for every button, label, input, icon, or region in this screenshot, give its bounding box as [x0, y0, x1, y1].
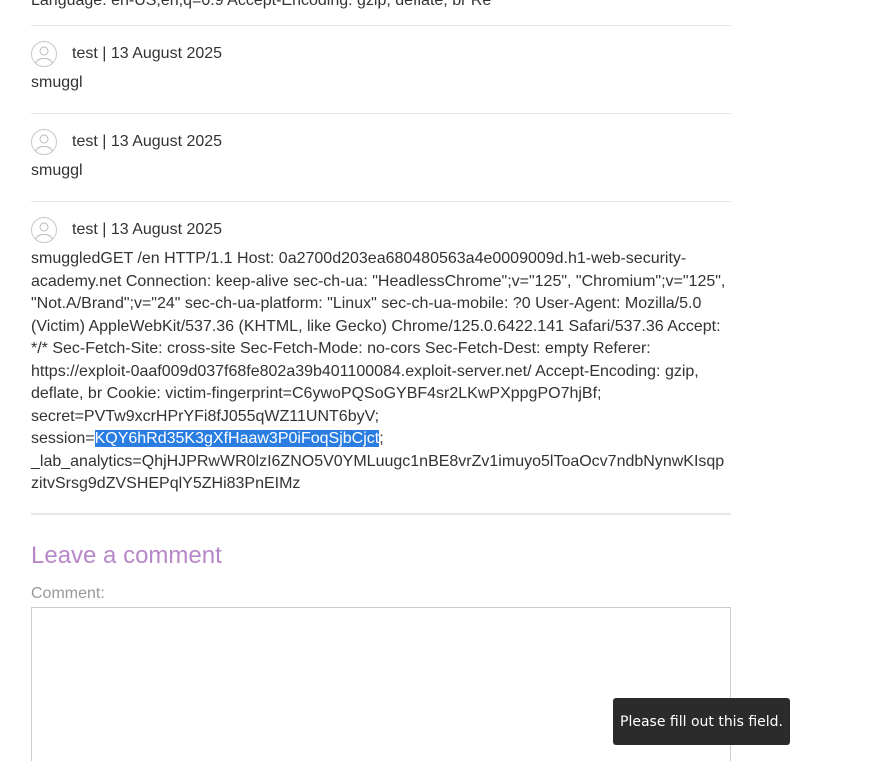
comment-header: test | 13 August 2025 — [31, 40, 731, 68]
comment-divider — [31, 25, 731, 26]
comment-divider — [31, 201, 731, 202]
comment-author-date: test | 13 August 2025 — [72, 133, 223, 150]
selected-session-token[interactable]: KQY6hRd35K3gXfHaaw3P0iFoqSjbCjct — [94, 430, 380, 447]
leave-comment-heading: Leave a comment — [31, 542, 222, 569]
comment-body: smuggledGET /en HTTP/1.1 Host: 0a2700d20… — [31, 248, 731, 496]
comment-body-text: smuggledGET /en HTTP/1.1 Host: 0a2700d20… — [31, 250, 726, 447]
comment-header: test | 13 August 2025 — [31, 216, 731, 244]
previous-comment-text: Language: en-US,en;q=0.9 Accept-Encoding… — [31, 0, 492, 9]
comment-divider — [31, 113, 731, 114]
comment-item: test | 13 August 2025 smuggledGET /en HT… — [31, 216, 731, 496]
comment-body: smuggl — [31, 162, 83, 179]
comment-field-label: Comment: — [31, 585, 105, 602]
comment-item: test | 13 August 2025 smuggl — [31, 128, 731, 183]
blog-post-comments-page: Language: en-US,en;q=0.9 Accept-Encoding… — [0, 0, 887, 761]
user-avatar-icon — [31, 41, 57, 67]
comment-author-date: test | 13 August 2025 — [72, 45, 223, 62]
comment-header: test | 13 August 2025 — [31, 128, 731, 156]
section-divider — [31, 513, 731, 515]
comment-body: smuggl — [31, 74, 83, 91]
validation-tooltip: Please fill out this field. — [613, 698, 790, 745]
user-avatar-icon — [31, 129, 57, 155]
comment-author-date: test | 13 August 2025 — [72, 221, 223, 238]
comment-item: test | 13 August 2025 smuggl — [31, 40, 731, 95]
user-avatar-icon — [31, 217, 57, 243]
